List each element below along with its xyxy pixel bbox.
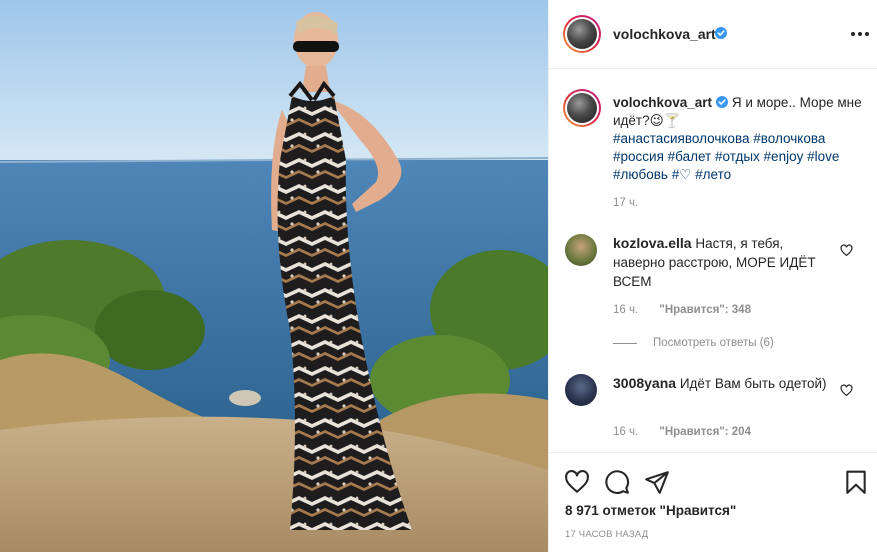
comment-meta: 16 ч. "Нравится": 204 xyxy=(613,426,751,438)
hashtag[interactable]: #волочкова xyxy=(753,131,825,146)
view-replies-button[interactable]: Посмотреть ответы (6) xyxy=(613,337,774,349)
author-username[interactable]: volochkova_art xyxy=(613,26,716,42)
caption-avatar-frame xyxy=(565,91,599,125)
comment-like-heart-icon[interactable] xyxy=(840,244,853,257)
hashtag[interactable]: #россия xyxy=(613,149,664,164)
more-options-icon[interactable] xyxy=(851,27,869,41)
view-replies-label: Посмотреть ответы (6) xyxy=(653,337,774,349)
post-photo-image xyxy=(0,0,548,552)
commenter-avatar[interactable] xyxy=(565,234,597,266)
post-header: volochkova_art xyxy=(549,0,877,69)
comment-text-block: 3008yana Идёт Вам быть одетой) xyxy=(613,374,833,393)
comment-time[interactable]: 16 ч. xyxy=(613,426,638,438)
hashtag[interactable]: #балет xyxy=(668,149,712,164)
comment-like-heart-icon[interactable] xyxy=(840,384,853,397)
post-timestamp[interactable]: 17 ЧАСОВ НАЗАД xyxy=(565,529,648,540)
hashtag[interactable]: #love xyxy=(807,149,839,164)
commenter-username[interactable]: kozlova.ella xyxy=(613,235,692,251)
hashtag[interactable]: #enjoy xyxy=(764,149,804,164)
more-dot xyxy=(865,32,869,36)
heart-icon[interactable] xyxy=(564,469,590,495)
comment-text: Идёт Вам быть одетой) xyxy=(679,376,827,391)
hashtag[interactable]: #анастасияволочкова xyxy=(613,131,749,146)
comment-meta: 16 ч. "Нравится": 348 xyxy=(613,304,751,316)
caption-username[interactable]: volochkova_art xyxy=(613,95,712,110)
verified-badge-icon xyxy=(711,26,727,41)
instagram-post: volochkova_art volochkova_art Я и море..… xyxy=(0,0,877,552)
post-sidebar: volochkova_art volochkova_art Я и море..… xyxy=(548,0,877,552)
caption-avatar-image xyxy=(567,93,597,123)
more-dot xyxy=(851,32,855,36)
bookmark-icon[interactable] xyxy=(843,469,869,495)
author-avatar-frame xyxy=(565,17,599,51)
post-actions-bar: 8 971 отметок "Нравится" 17 ЧАСОВ НАЗАД xyxy=(549,452,877,552)
author-avatar[interactable] xyxy=(563,15,601,53)
comment-likes[interactable]: "Нравится": 348 xyxy=(659,304,751,316)
caption-author-avatar[interactable] xyxy=(563,89,601,127)
commenter-avatar[interactable] xyxy=(565,374,597,406)
post-photo[interactable] xyxy=(0,0,548,552)
hashtag[interactable]: #любовь xyxy=(613,167,668,182)
comment-time[interactable]: 16 ч. xyxy=(613,304,638,316)
paper-plane-icon[interactable] xyxy=(644,469,670,495)
hashtag[interactable]: #лето xyxy=(695,167,731,182)
comment-text-block: kozlova.ella Настя, я тебя, наверно расс… xyxy=(613,234,833,291)
caption-text-block: volochkova_art Я и море.. Море мне идёт?… xyxy=(613,94,868,184)
comment-likes[interactable]: "Нравится": 204 xyxy=(659,426,751,438)
caption-timestamp[interactable]: 17 ч. xyxy=(613,197,638,209)
hashtag[interactable]: #♡ xyxy=(672,167,692,182)
commenter-username[interactable]: 3008yana xyxy=(613,375,676,391)
more-dot xyxy=(858,32,862,36)
verified-badge-icon xyxy=(716,96,729,108)
hashtag[interactable]: #отдых xyxy=(715,149,760,164)
likes-count[interactable]: 8 971 отметок "Нравится" xyxy=(565,503,736,518)
comment-icon[interactable] xyxy=(604,469,630,495)
replies-divider xyxy=(613,342,637,344)
author-avatar-image xyxy=(567,19,597,49)
